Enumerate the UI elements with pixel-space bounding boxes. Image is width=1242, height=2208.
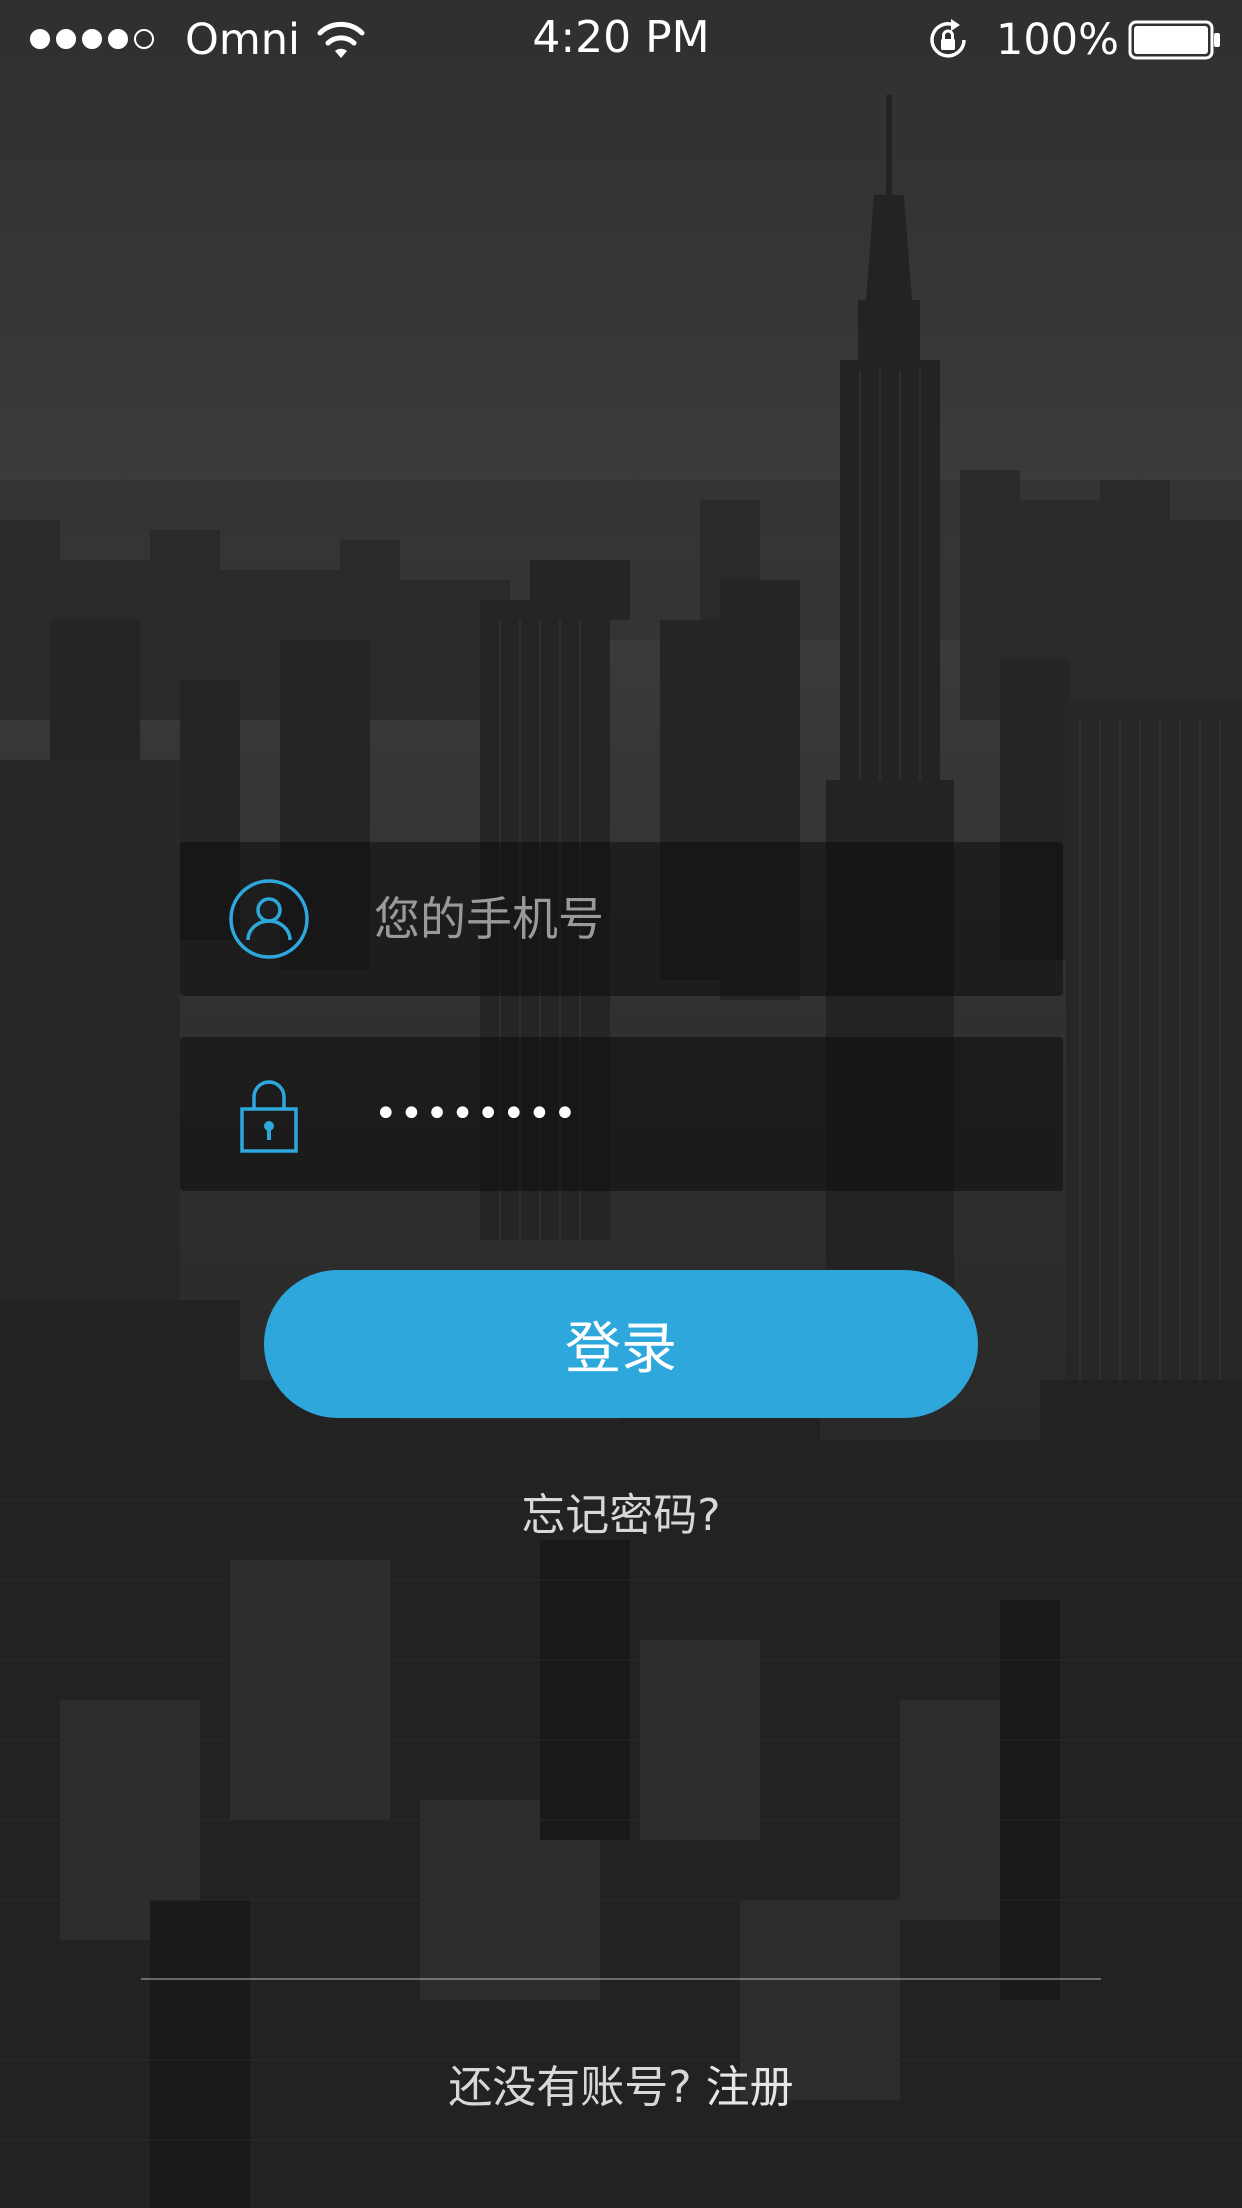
phone-input[interactable] bbox=[374, 842, 1024, 996]
no-account-text: 还没有账号? bbox=[448, 2062, 692, 2113]
rotation-lock-icon bbox=[930, 19, 966, 58]
footer-divider bbox=[141, 1978, 1101, 1980]
register-link[interactable]: 注册 bbox=[706, 2062, 794, 2113]
login-button[interactable]: 登录 bbox=[264, 1270, 978, 1418]
battery-percent: 100% bbox=[996, 15, 1119, 65]
password-input[interactable] bbox=[374, 1037, 1024, 1191]
register-row: 还没有账号? 注册 bbox=[0, 2060, 1242, 2116]
lock-icon bbox=[240, 1080, 298, 1153]
battery-icon bbox=[1128, 20, 1220, 60]
forgot-password-link[interactable]: 忘记密码? bbox=[0, 1488, 1242, 1544]
phone-field[interactable] bbox=[180, 842, 1063, 996]
user-icon bbox=[229, 879, 309, 959]
status-bar: Omni 4:20 PM 100% bbox=[0, 0, 1242, 80]
password-field[interactable] bbox=[180, 1037, 1063, 1191]
